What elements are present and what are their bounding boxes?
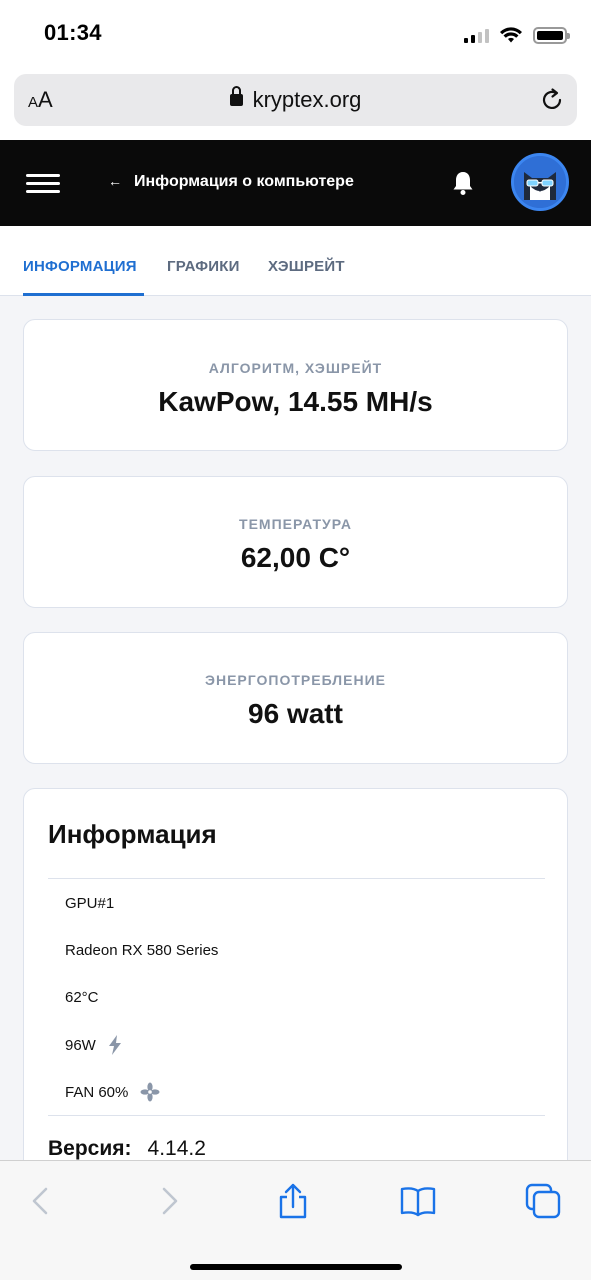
browser-address-area: AA kryptex.org bbox=[0, 70, 591, 140]
gpu-id-text: GPU#1 bbox=[65, 895, 115, 912]
power-label: ЭНЕРГОПОТРЕБЛЕНИЕ bbox=[205, 672, 386, 688]
battery-icon bbox=[533, 26, 570, 44]
status-icons bbox=[464, 24, 570, 46]
avatar[interactable] bbox=[511, 153, 569, 211]
version-row: Версия: 4.14.2 bbox=[48, 1137, 206, 1161]
gpu-power-text: 96W bbox=[65, 1036, 96, 1054]
reload-icon[interactable] bbox=[539, 87, 565, 113]
active-tab-underline bbox=[23, 293, 144, 296]
status-bar: 01:34 bbox=[0, 0, 591, 70]
home-indicator bbox=[190, 1264, 402, 1270]
status-time: 01:34 bbox=[44, 20, 102, 45]
info-card: Информация GPU#1 Radeon RX 580 Series 62… bbox=[23, 788, 568, 1208]
app-header: ← Информация о компьютере bbox=[0, 140, 591, 226]
bookmarks-icon[interactable] bbox=[400, 1183, 436, 1219]
temperature-value: 62,00 C° bbox=[240, 542, 351, 573]
gpu-name-text: Radeon RX 580 Series bbox=[65, 942, 219, 959]
power-value: 96 watt bbox=[248, 698, 343, 729]
temperature-label: ТЕМПЕРАТУРА bbox=[239, 516, 352, 532]
lock-icon bbox=[229, 86, 243, 108]
signal-icon bbox=[464, 27, 489, 43]
temperature-card: ТЕМПЕРАТУРА 62,00 C° bbox=[23, 476, 568, 608]
info-title: Информация bbox=[48, 819, 217, 849]
gpu-power: 96W bbox=[65, 1035, 122, 1055]
page-title[interactable]: Информация о компьютере bbox=[134, 173, 354, 191]
bolt-icon bbox=[108, 1035, 121, 1055]
url-bar[interactable]: AA kryptex.org bbox=[14, 74, 577, 126]
gpu-fan-text: FAN 60% bbox=[65, 1083, 129, 1101]
cat-avatar-icon bbox=[514, 156, 566, 208]
url-text: kryptex.org bbox=[252, 87, 362, 112]
gpu-temperature: 62°C bbox=[65, 989, 99, 1006]
version-label: Версия: bbox=[48, 1137, 132, 1160]
gpu-fan: FAN 60% bbox=[65, 1082, 160, 1102]
fan-icon bbox=[140, 1082, 160, 1102]
algorithm-label: АЛГОРИТМ, ХЭШРЕЙТ bbox=[208, 360, 383, 376]
share-icon[interactable] bbox=[275, 1183, 311, 1219]
back-icon[interactable] bbox=[24, 1183, 60, 1219]
tab-information[interactable]: ИНФОРМАЦИЯ bbox=[23, 258, 137, 275]
gpu-temperature-text: 62°C bbox=[65, 989, 99, 1006]
back-arrow-icon[interactable]: ← bbox=[108, 173, 122, 189]
gpu-name: Radeon RX 580 Series bbox=[65, 942, 218, 959]
tab-bar: ИНФОРМАЦИЯ ГРАФИКИ ХЭШРЕЙТ bbox=[0, 226, 591, 296]
bell-icon[interactable] bbox=[452, 170, 474, 196]
divider bbox=[48, 878, 545, 879]
forward-icon[interactable] bbox=[150, 1183, 186, 1219]
divider bbox=[48, 1115, 545, 1116]
version-value: 4.14.2 bbox=[147, 1137, 206, 1160]
tabs-icon[interactable] bbox=[525, 1183, 561, 1219]
wifi-icon bbox=[500, 27, 522, 43]
browser-toolbar bbox=[0, 1160, 591, 1280]
tab-charts[interactable]: ГРАФИКИ bbox=[167, 258, 240, 275]
gpu-id: GPU#1 bbox=[65, 895, 114, 912]
power-card: ЭНЕРГОПОТРЕБЛЕНИЕ 96 watt bbox=[23, 632, 568, 764]
algorithm-value: KawPow, 14.55 MH/s bbox=[158, 386, 433, 417]
hamburger-icon[interactable] bbox=[26, 174, 60, 193]
url-display[interactable]: kryptex.org bbox=[14, 86, 577, 113]
algorithm-card: АЛГОРИТМ, ХЭШРЕЙТ KawPow, 14.55 MH/s bbox=[23, 319, 568, 451]
tab-hashrate[interactable]: ХЭШРЕЙТ bbox=[268, 258, 345, 275]
